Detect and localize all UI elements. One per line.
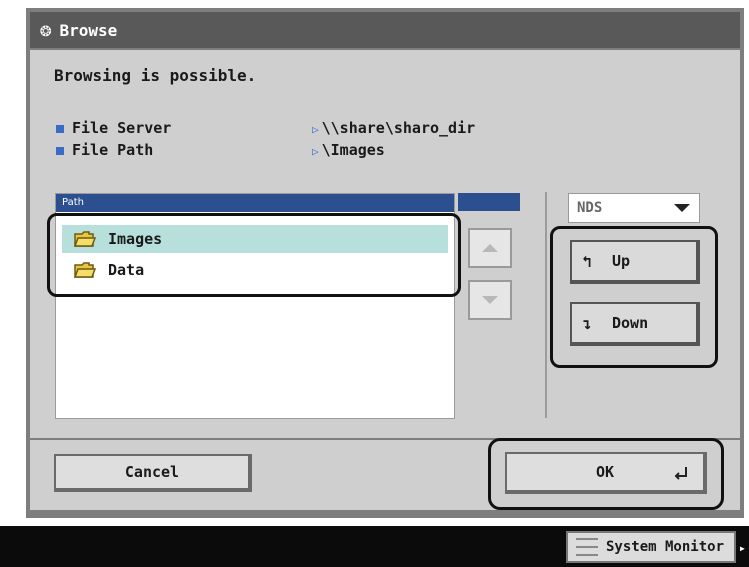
- file-server-value-wrap: ▷ \\share\sharo_dir: [312, 118, 475, 137]
- browse-globe-icon: ❂: [40, 18, 52, 41]
- list-header-extension: [458, 193, 520, 211]
- triangle-right-icon: ▷: [312, 123, 319, 136]
- vertical-divider: [545, 192, 547, 418]
- file-path-value: \Images: [321, 141, 385, 159]
- system-monitor-label: System Monitor: [606, 539, 725, 555]
- cancel-button[interactable]: Cancel: [54, 454, 252, 492]
- protocol-select-value: NDS: [577, 200, 603, 216]
- system-monitor-button[interactable]: System Monitor ▸: [566, 531, 746, 563]
- caret-right-icon: ▸: [738, 541, 746, 555]
- scroll-up-button[interactable]: [468, 228, 512, 268]
- triangle-down-icon: [482, 296, 498, 304]
- file-path-label: File Path: [72, 141, 154, 159]
- cancel-button-label: Cancel: [124, 463, 180, 481]
- triangle-right-icon: ▷: [312, 145, 319, 158]
- bullet-icon: [56, 146, 64, 155]
- triangle-up-icon: [482, 244, 498, 252]
- file-path-value-wrap: ▷ \Images: [312, 140, 385, 159]
- menu-icon: [576, 538, 598, 556]
- file-server-row: File Server: [56, 118, 171, 137]
- bullet-icon: [56, 124, 64, 133]
- scroll-down-button[interactable]: [468, 280, 512, 320]
- status-text: Browsing is possible.: [54, 66, 257, 85]
- list-highlight-callout: [47, 213, 461, 297]
- dialog-title: Browse: [59, 20, 118, 40]
- file-server-label: File Server: [72, 119, 172, 137]
- ok-highlight-callout: [488, 438, 724, 510]
- list-header: Path: [56, 194, 454, 212]
- file-server-value: \\share\sharo_dir: [321, 119, 476, 137]
- chevron-down-icon: [674, 204, 690, 212]
- protocol-select[interactable]: NDS: [568, 193, 700, 223]
- title-bar: ❂ Browse: [30, 12, 740, 48]
- file-path-row: File Path: [56, 140, 153, 159]
- nav-highlight-callout: [550, 226, 718, 368]
